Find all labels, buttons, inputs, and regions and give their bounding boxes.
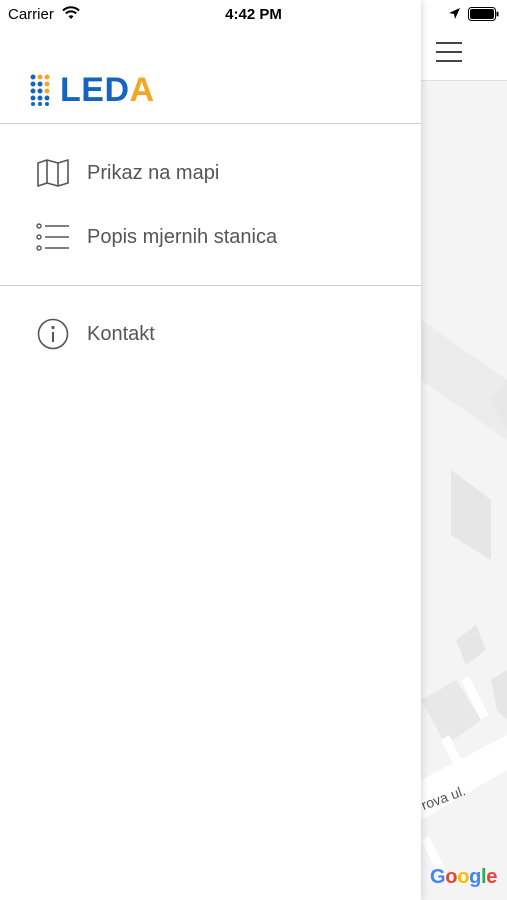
menu-item-label: Popis mjernih stanica [87, 225, 278, 248]
battery-icon [468, 7, 499, 21]
drawer-divider [0, 285, 421, 286]
navigation-drawer: LEDA Prikaz na mapi Popis mjernih stanic [0, 0, 421, 900]
hamburger-menu-icon[interactable] [436, 42, 462, 62]
menu-item-map[interactable]: Prikaz na mapi [0, 148, 421, 198]
logo-text: LEDA [60, 71, 155, 110]
location-arrow-icon [449, 8, 460, 19]
menu-item-stations-list[interactable]: Popis mjernih stanica [0, 212, 421, 262]
menu-item-contact[interactable]: Kontakt [0, 309, 421, 359]
leda-logo: LEDA [30, 71, 155, 110]
map-view[interactable]: rova ul. Google [421, 0, 507, 900]
status-bar: Carrier 4:42 PM [0, 0, 507, 28]
google-letter: o [445, 866, 458, 888]
status-time: 4:42 PM [225, 6, 282, 23]
map-icon [36, 156, 70, 190]
google-letter: e [486, 866, 498, 888]
google-attribution[interactable]: Google [430, 866, 497, 889]
list-icon [36, 220, 70, 254]
logo-dots-icon [30, 74, 50, 106]
logo-text-main: LED [60, 70, 130, 109]
menu-item-label: Prikaz na mapi [87, 161, 220, 184]
drawer-divider [0, 123, 421, 124]
map-tiles [421, 80, 507, 900]
google-letter: G [430, 866, 446, 888]
google-letter: g [469, 866, 482, 888]
menu-item-label: Kontakt [87, 322, 155, 345]
logo-text-accent: A [129, 70, 155, 109]
info-icon [36, 317, 70, 351]
google-letter: o [457, 866, 470, 888]
